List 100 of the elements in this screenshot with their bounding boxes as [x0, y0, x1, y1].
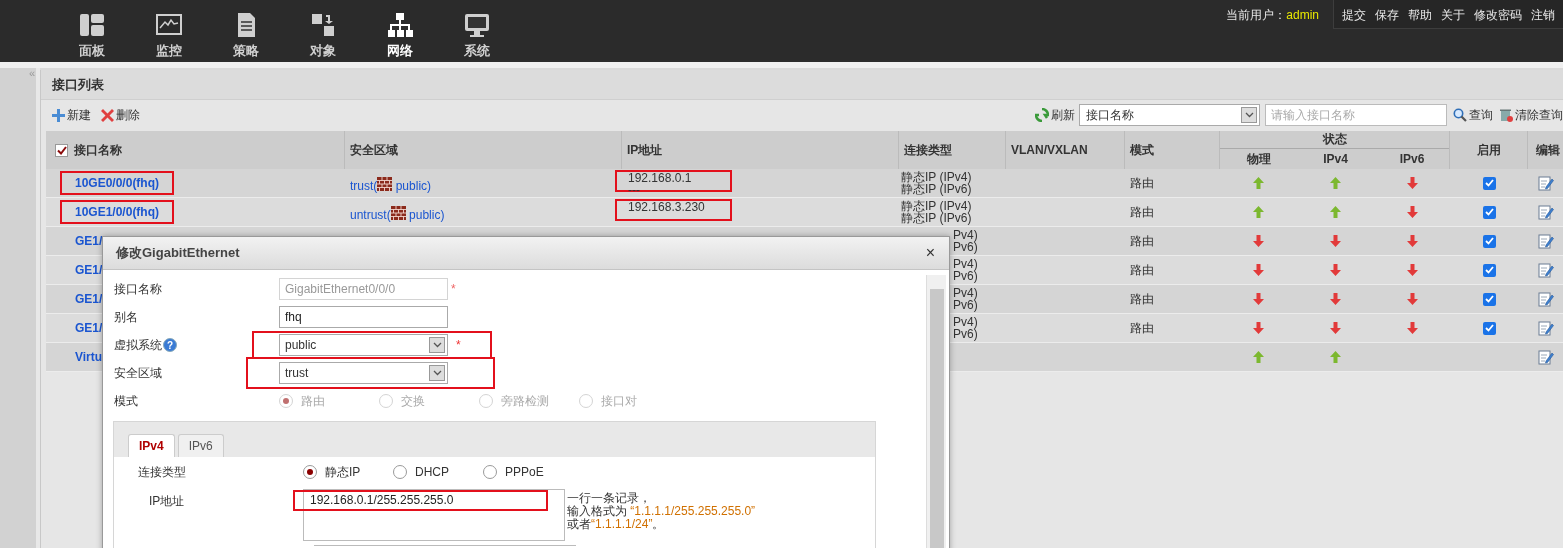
close-icon [101, 108, 114, 122]
enabled-checkbox[interactable] [1482, 234, 1496, 248]
nav-tab[interactable]: 策略 [207, 0, 284, 62]
add-button[interactable]: 新建 [52, 106, 91, 124]
column-header: 编辑 [1536, 142, 1560, 159]
text-field[interactable]: fhq [279, 306, 448, 328]
column-header: 安全区域 [350, 142, 398, 159]
mode-text: 路由 [1130, 204, 1154, 221]
help-icon[interactable]: ? [163, 338, 177, 352]
clear-query-button[interactable]: 清除查询 [1499, 106, 1563, 124]
delete-button[interactable]: 删除 [101, 106, 140, 124]
radio-button[interactable] [393, 465, 407, 479]
column-header: VLAN/VXLAN [1011, 142, 1088, 159]
connection-type: 静态IP (IPv4) 静态IP (IPv6) [901, 171, 973, 195]
edit-icon[interactable] [1538, 349, 1554, 365]
search-icon [1453, 108, 1467, 122]
panel-title: 接口列表 [52, 75, 104, 94]
refresh-button[interactable]: 刷新 [1035, 106, 1075, 124]
check-icon [56, 145, 67, 155]
nav-tab[interactable]: 监控 [130, 0, 207, 62]
field-label: 接口名称 [114, 281, 162, 298]
column-header: 连接类型 [904, 142, 952, 159]
header-link[interactable]: 提交 [1342, 6, 1366, 24]
tab[interactable]: IPv4 [128, 434, 175, 457]
brick-wall-icon [390, 206, 406, 220]
column-header: IP地址 [627, 142, 663, 159]
interface-link[interactable]: GE1/ [75, 321, 103, 335]
user-label: 当前用户： [1226, 7, 1287, 24]
header-link[interactable]: 帮助 [1408, 6, 1432, 24]
enabled-checkbox[interactable] [1482, 263, 1496, 277]
zone-link[interactable]: trust( public) [350, 177, 432, 195]
radio-label: 路由 [301, 393, 325, 410]
column-header: 物理 [1245, 151, 1272, 168]
required-mark: * [451, 281, 456, 298]
network-icon [385, 11, 414, 39]
chevron-down-icon [1244, 112, 1254, 118]
edit-icon[interactable] [1538, 233, 1554, 249]
edit-icon[interactable] [1538, 291, 1554, 307]
check-icon [1484, 237, 1494, 245]
enabled-checkbox[interactable] [1482, 176, 1496, 190]
interface-link[interactable]: GE1/ [75, 263, 103, 277]
edit-icon[interactable] [1538, 175, 1554, 191]
zone-link[interactable]: untrust( public) [350, 206, 445, 224]
nav-tab[interactable]: 面板 [53, 0, 130, 62]
search-field[interactable]: 请输入接口名称 [1265, 104, 1447, 126]
ip-address-field[interactable]: 192.168.0.1/255.255.255.0 [295, 492, 546, 509]
mode-text: 路由 [1130, 291, 1154, 308]
dialog-title: 修改GigabitEthernet [116, 244, 240, 263]
enabled-checkbox[interactable] [1482, 205, 1496, 219]
interface-link[interactable]: 10GE0/0/0(fhq) [75, 176, 160, 190]
enabled-checkbox[interactable] [1482, 321, 1496, 335]
header-link[interactable]: 注销 [1531, 6, 1555, 24]
query-button[interactable]: 查询 [1453, 106, 1493, 124]
field-label: 连接类型 [138, 464, 187, 481]
field-label: 别名 [114, 309, 138, 326]
header-link[interactable]: 保存 [1375, 6, 1399, 24]
mode-text: 路由 [1130, 262, 1154, 279]
edit-icon[interactable] [1538, 204, 1554, 220]
check-icon [1484, 324, 1494, 332]
close-button[interactable]: × [925, 245, 935, 261]
field-label: 安全区域 [114, 365, 162, 382]
column-group-header: 状态 [1322, 131, 1347, 148]
radio-button[interactable] [483, 465, 497, 479]
mode-text: 路由 [1130, 175, 1154, 192]
check-icon [1484, 179, 1494, 187]
nav-tab[interactable]: 对象 [284, 0, 361, 62]
filter-select[interactable]: 接口名称 [1079, 104, 1260, 126]
interface-link[interactable]: Virtu [75, 350, 103, 364]
interface-link[interactable]: 10GE1/0/0(fhq) [75, 205, 160, 219]
trash-icon [1499, 108, 1513, 122]
connection-type: 静态IP (IPv4) 静态IP (IPv6) [901, 200, 973, 224]
nav-tab[interactable]: 网络 [361, 0, 438, 62]
input-hint: 一行一条记录， 输入格式为 “1.1.1.1/255.255.255.0” 或者“1.1.1.1/24”。 [566, 490, 756, 533]
header-link[interactable]: 关于 [1441, 6, 1465, 24]
column-header: IPv6 [1398, 151, 1426, 168]
tab[interactable]: IPv6 [177, 434, 224, 457]
brick-wall-icon [377, 177, 393, 191]
radio-button[interactable] [303, 465, 317, 479]
enabled-checkbox[interactable] [1482, 292, 1496, 306]
edit-icon[interactable] [1538, 262, 1554, 278]
mode-text: 路由 [1130, 320, 1154, 337]
column-header: IPv4 [1322, 151, 1349, 168]
interface-link[interactable]: GE1/ [75, 292, 103, 306]
nav-tab[interactable]: 系统 [438, 0, 515, 62]
select-field[interactable]: trust [279, 362, 448, 384]
interface-link[interactable]: GE1/ [75, 234, 103, 248]
edit-icon[interactable] [1538, 320, 1554, 336]
chevron-down-icon [432, 370, 442, 376]
connection-type: Pv4) Pv6) [953, 287, 979, 311]
radio-label: PPPoE [505, 464, 544, 481]
radio-label: 接口对 [601, 393, 637, 410]
select-field[interactable]: public [279, 334, 448, 356]
chevron-down-icon [432, 342, 442, 348]
field-label: IP地址 [149, 493, 186, 510]
system-icon [462, 11, 491, 39]
select-all-checkbox[interactable] [55, 143, 68, 157]
check-icon [1484, 295, 1494, 303]
radio-label: 静态IP [325, 464, 361, 481]
radio-label: 旁路检测 [501, 393, 549, 410]
header-link[interactable]: 修改密码 [1474, 6, 1522, 24]
